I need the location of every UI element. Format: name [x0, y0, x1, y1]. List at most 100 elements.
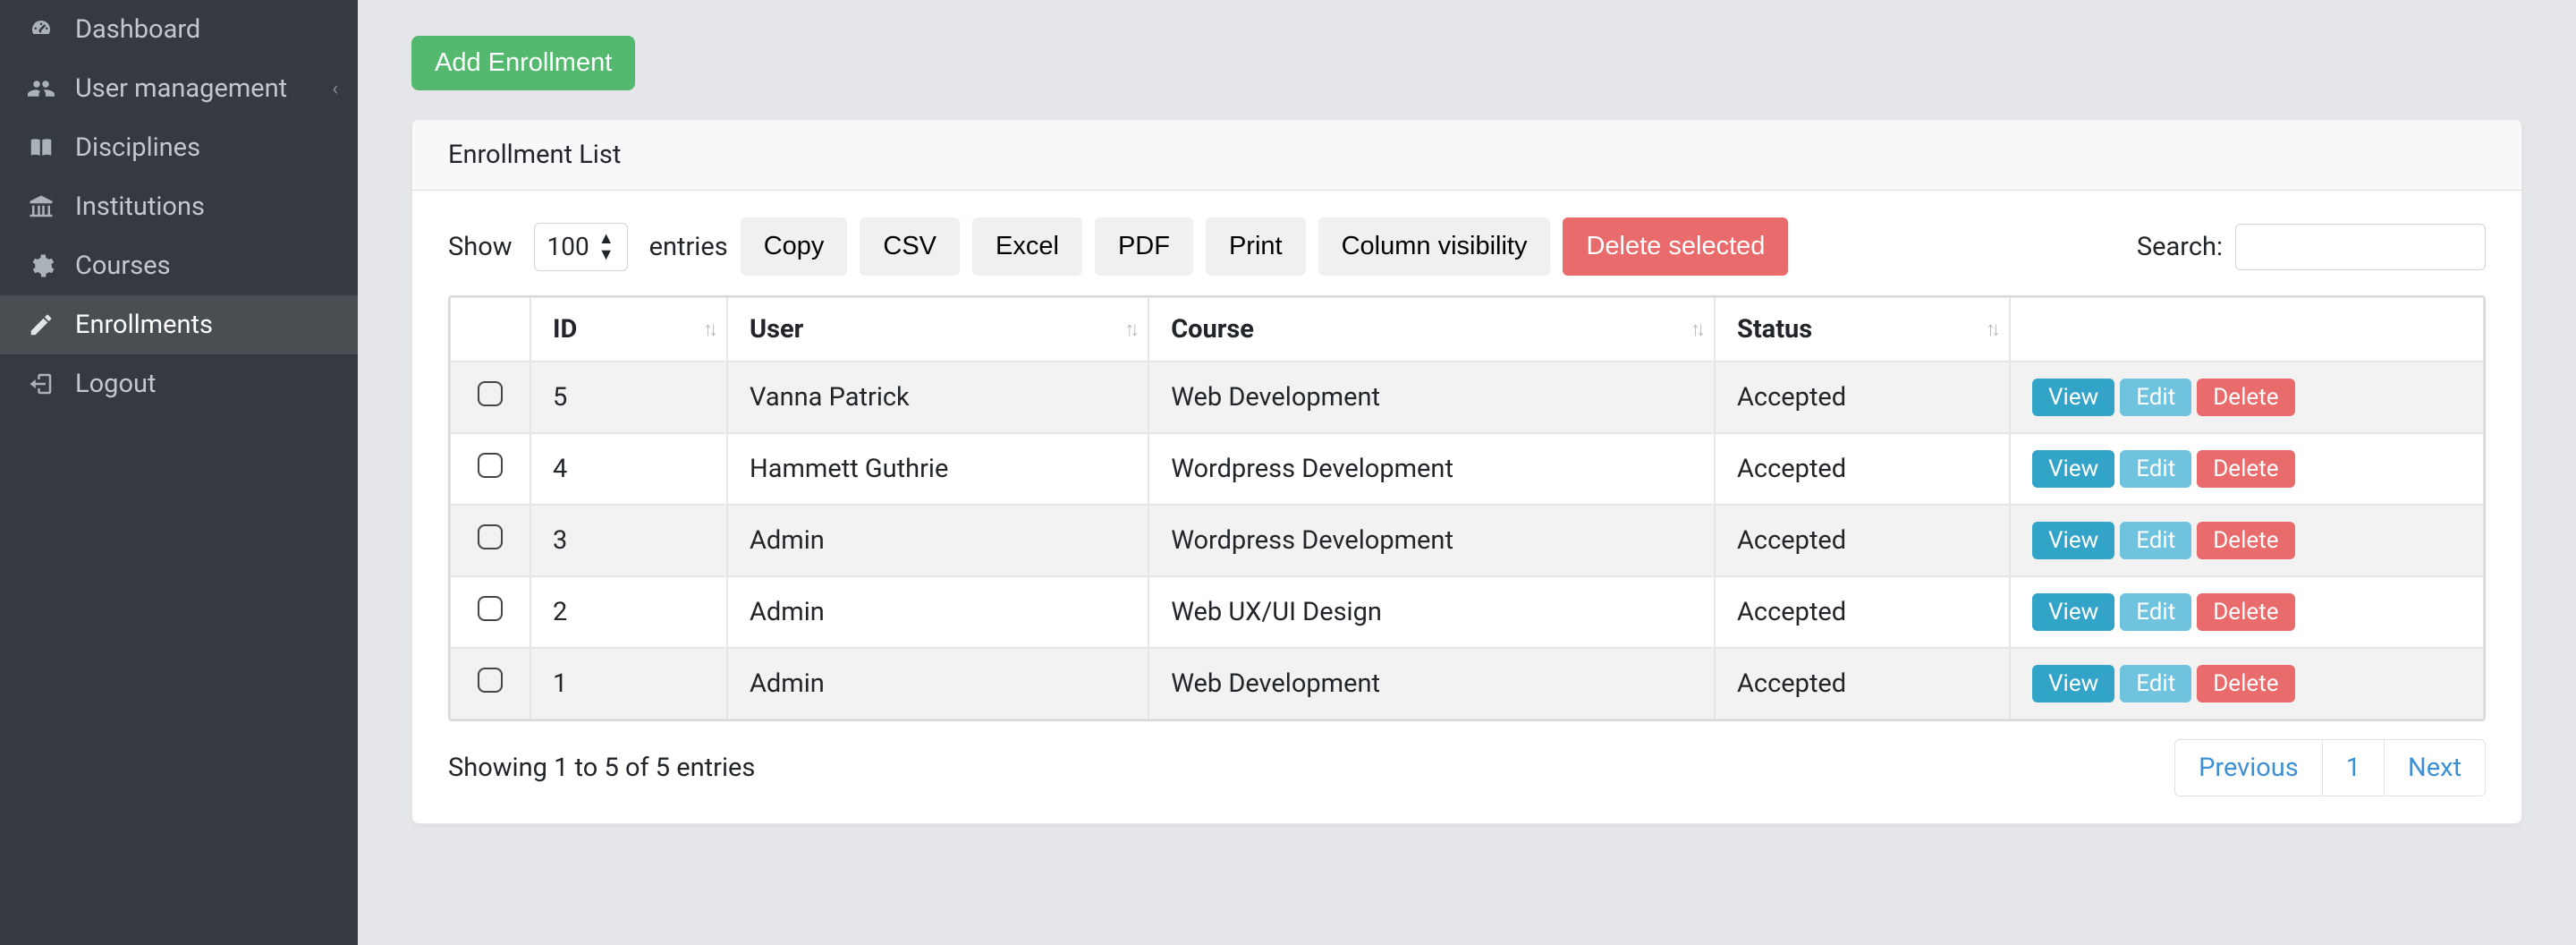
- cell-status: Accepted: [1715, 433, 2010, 505]
- sidebar: Dashboard User management ‹ Disciplines …: [0, 0, 358, 945]
- sort-icon: ↑↓: [1124, 318, 1135, 341]
- excel-button[interactable]: Excel: [972, 217, 1082, 276]
- cell-user: Hammett Guthrie: [727, 433, 1148, 505]
- delete-button[interactable]: Delete: [2197, 522, 2294, 559]
- cell-actions: ViewEditDelete: [2010, 433, 2484, 505]
- sidebar-item-dashboard[interactable]: Dashboard: [0, 0, 358, 59]
- enrollments-table: ID ↑↓ User ↑↓ Course ↑↓ Status: [448, 295, 2486, 721]
- delete-button[interactable]: Delete: [2197, 665, 2294, 702]
- cell-course: Web UX/UI Design: [1148, 576, 1715, 648]
- pdf-button[interactable]: PDF: [1095, 217, 1193, 276]
- cell-id: 1: [530, 648, 727, 719]
- sidebar-item-user-management[interactable]: User management ‹: [0, 59, 358, 118]
- cell-status: Accepted: [1715, 505, 2010, 576]
- row-checkbox[interactable]: [478, 524, 503, 549]
- edit-button[interactable]: Edit: [2120, 379, 2191, 416]
- csv-button[interactable]: CSV: [860, 217, 960, 276]
- updown-icon: ▲▼: [598, 231, 614, 263]
- table-info: Showing 1 to 5 of 5 entries: [448, 753, 755, 783]
- table-toolbar: Show 100 ▲▼ entries Copy CSV Excel PDF P…: [448, 217, 2486, 276]
- view-button[interactable]: View: [2032, 665, 2114, 702]
- cell-id: 3: [530, 505, 727, 576]
- table-footer: Showing 1 to 5 of 5 entries Previous 1 N…: [448, 739, 2486, 796]
- edit-button[interactable]: Edit: [2120, 450, 2191, 488]
- row-checkbox[interactable]: [478, 381, 503, 406]
- cell-user: Admin: [727, 576, 1148, 648]
- page-1[interactable]: 1: [2323, 740, 2385, 796]
- edit-button[interactable]: Edit: [2120, 593, 2191, 631]
- sidebar-item-label: Courses: [75, 251, 171, 281]
- view-button[interactable]: View: [2032, 379, 2114, 416]
- add-enrollment-button[interactable]: Add Enrollment: [411, 36, 635, 90]
- cell-id: 5: [530, 362, 727, 433]
- cell-course: Wordpress Development: [1148, 433, 1715, 505]
- entries-label: entries: [649, 232, 728, 262]
- page-next[interactable]: Next: [2385, 740, 2485, 796]
- sidebar-item-label: Disciplines: [75, 132, 200, 163]
- cell-id: 2: [530, 576, 727, 648]
- view-button[interactable]: View: [2032, 450, 2114, 488]
- column-visibility-button[interactable]: Column visibility: [1318, 217, 1551, 276]
- search-label: Search:: [2137, 232, 2223, 262]
- gear-icon: [25, 252, 57, 279]
- view-button[interactable]: View: [2032, 593, 2114, 631]
- sort-icon: ↑↓: [1690, 318, 1701, 341]
- col-course[interactable]: Course ↑↓: [1148, 297, 1715, 362]
- delete-button[interactable]: Delete: [2197, 593, 2294, 631]
- print-button[interactable]: Print: [1206, 217, 1306, 276]
- row-checkbox[interactable]: [478, 668, 503, 693]
- edit-button[interactable]: Edit: [2120, 665, 2191, 702]
- table-row: 1AdminWeb DevelopmentAcceptedViewEditDel…: [450, 648, 2484, 719]
- pagination: Previous 1 Next: [2174, 739, 2486, 796]
- copy-button[interactable]: Copy: [741, 217, 848, 276]
- sidebar-item-enrollments[interactable]: Enrollments: [0, 295, 358, 354]
- col-id[interactable]: ID ↑↓: [530, 297, 727, 362]
- cell-actions: ViewEditDelete: [2010, 576, 2484, 648]
- cell-user: Admin: [727, 648, 1148, 719]
- sidebar-item-disciplines[interactable]: Disciplines: [0, 118, 358, 177]
- delete-selected-button[interactable]: Delete selected: [1563, 217, 1788, 276]
- col-status[interactable]: Status ↑↓: [1715, 297, 2010, 362]
- book-icon: [25, 134, 57, 161]
- cell-user: Admin: [727, 505, 1148, 576]
- card-body: Show 100 ▲▼ entries Copy CSV Excel PDF P…: [412, 191, 2521, 823]
- table-row: 4Hammett GuthrieWordpress DevelopmentAcc…: [450, 433, 2484, 505]
- chevron-left-icon: ‹: [332, 78, 338, 100]
- row-checkbox[interactable]: [478, 596, 503, 621]
- col-user[interactable]: User ↑↓: [727, 297, 1148, 362]
- enrollment-card: Enrollment List Show 100 ▲▼ entries Copy…: [411, 119, 2522, 824]
- row-checkbox[interactable]: [478, 453, 503, 478]
- institution-icon: [25, 193, 57, 220]
- main-content: Add Enrollment Enrollment List Show 100 …: [358, 0, 2576, 945]
- search-box: Search:: [2137, 224, 2486, 270]
- card-title: Enrollment List: [412, 120, 2521, 191]
- sidebar-item-logout[interactable]: Logout: [0, 354, 358, 413]
- sort-icon: ↑↓: [703, 318, 714, 341]
- search-input[interactable]: [2235, 224, 2486, 270]
- table-row: 5Vanna PatrickWeb DevelopmentAcceptedVie…: [450, 362, 2484, 433]
- sidebar-item-courses[interactable]: Courses: [0, 236, 358, 295]
- dashboard-icon: [25, 16, 57, 43]
- cell-course: Web Development: [1148, 362, 1715, 433]
- cell-actions: ViewEditDelete: [2010, 362, 2484, 433]
- edit-button[interactable]: Edit: [2120, 522, 2191, 559]
- page-length-select[interactable]: 100 ▲▼: [534, 223, 628, 271]
- sort-icon: ↑↓: [1986, 318, 1996, 341]
- sidebar-item-label: Logout: [75, 369, 156, 399]
- cell-status: Accepted: [1715, 576, 2010, 648]
- cell-user: Vanna Patrick: [727, 362, 1148, 433]
- show-label: Show: [448, 232, 513, 262]
- users-icon: [25, 75, 57, 102]
- sidebar-item-label: Dashboard: [75, 14, 200, 45]
- cell-actions: ViewEditDelete: [2010, 648, 2484, 719]
- view-button[interactable]: View: [2032, 522, 2114, 559]
- table-row: 2AdminWeb UX/UI DesignAcceptedViewEditDe…: [450, 576, 2484, 648]
- delete-button[interactable]: Delete: [2197, 450, 2294, 488]
- sidebar-item-institutions[interactable]: Institutions: [0, 177, 358, 236]
- page-previous[interactable]: Previous: [2175, 740, 2323, 796]
- cell-id: 4: [530, 433, 727, 505]
- pen-icon: [25, 311, 57, 338]
- page-length-value: 100: [547, 232, 589, 261]
- delete-button[interactable]: Delete: [2197, 379, 2294, 416]
- col-select: [450, 297, 530, 362]
